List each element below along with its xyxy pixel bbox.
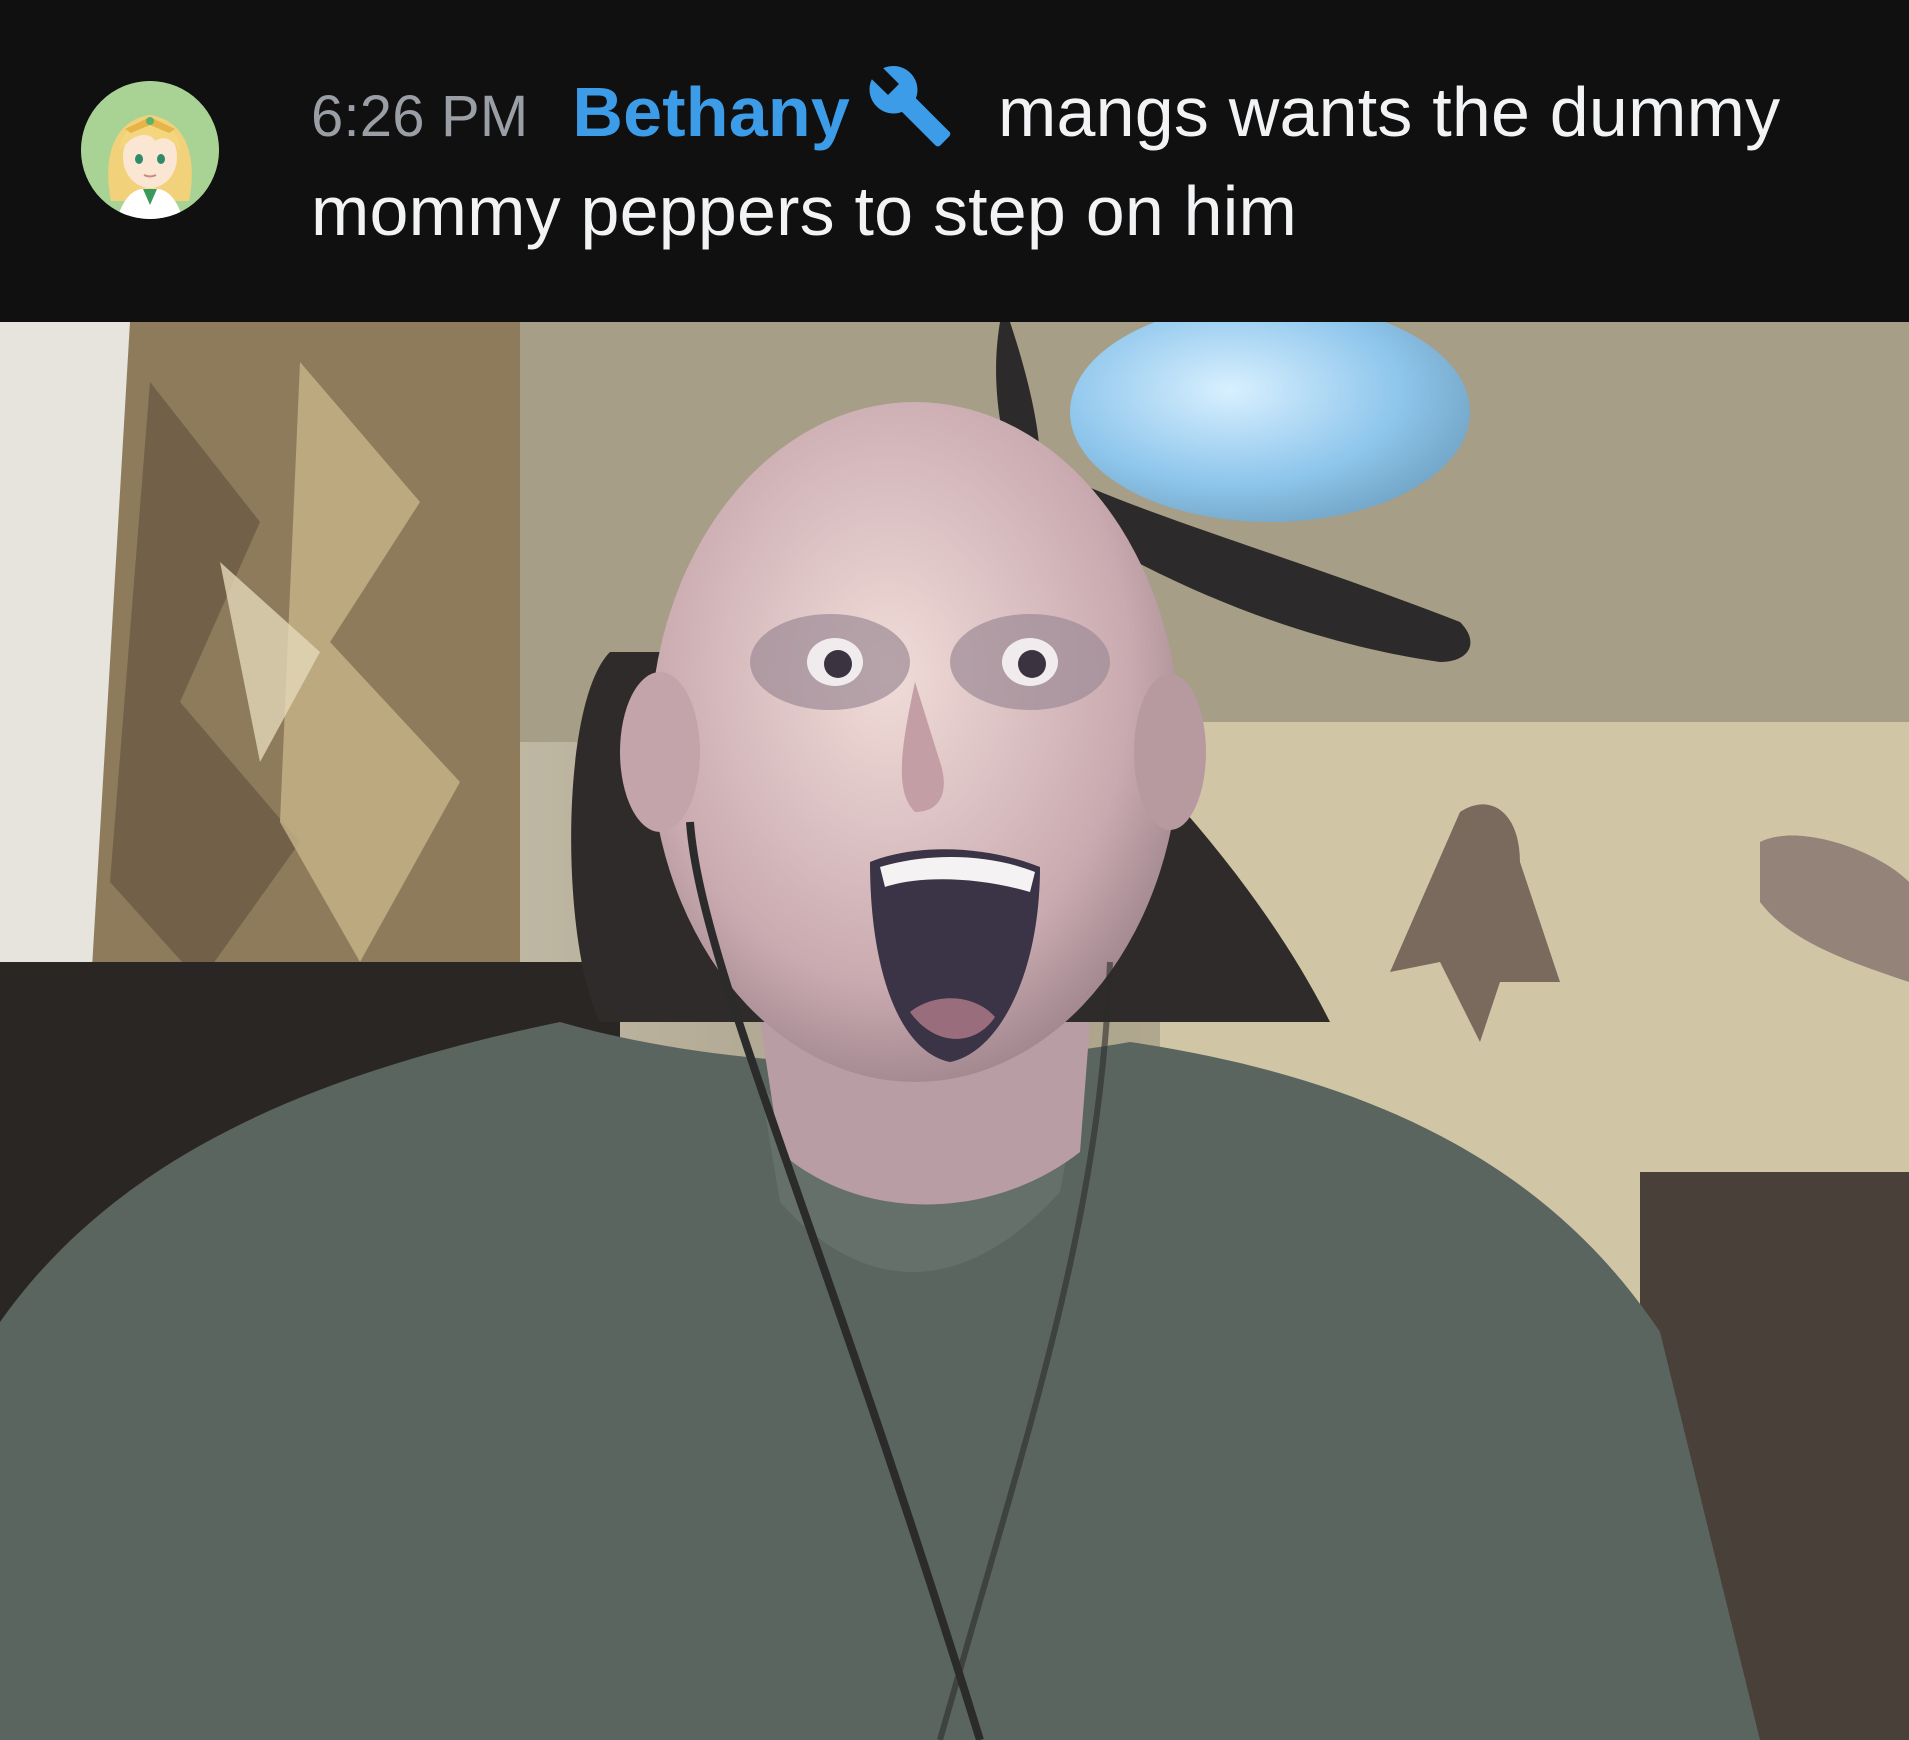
surprised-bald-man-photo	[0, 322, 1909, 1740]
user-avatar[interactable]	[81, 81, 219, 219]
chat-screen: 6:26 PM Bethany mangs wants the dummy momm…	[0, 0, 1909, 1740]
message-timestamp: 6:26 PM	[311, 84, 529, 149]
message-body: 6:26 PM Bethany mangs wants the dummy momm…	[311, 62, 1851, 258]
message-text: mangs wants the dummy mommy peppers to s…	[311, 73, 1781, 250]
embedded-photo[interactable]	[0, 322, 1909, 1740]
chat-message: 6:26 PM Bethany mangs wants the dummy momm…	[0, 0, 1909, 322]
wrench-icon	[866, 62, 954, 150]
message-username[interactable]: Bethany	[572, 73, 850, 151]
anime-avatar-icon	[81, 81, 219, 219]
